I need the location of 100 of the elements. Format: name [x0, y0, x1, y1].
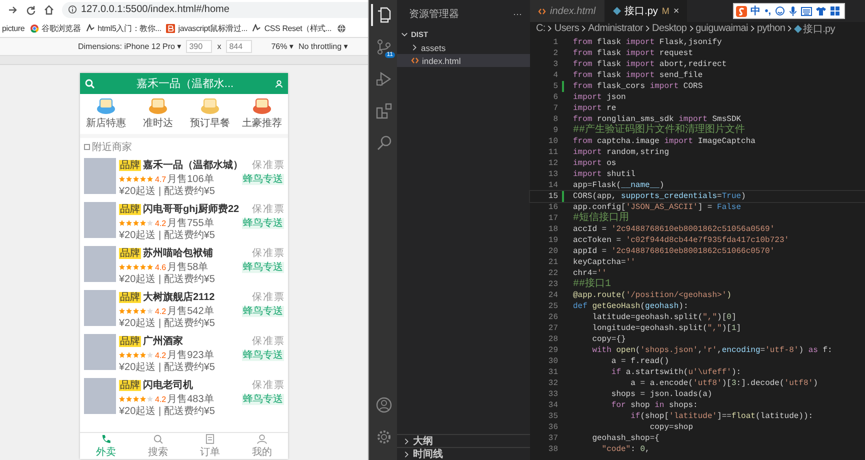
photo-placeholder — [84, 246, 116, 282]
code-line: latitude=geohash.split(",")[0] — [591, 312, 736, 323]
editor-tab[interactable]: 接口.py M × — [604, 0, 688, 22]
bookmark-link[interactable]: picture — [2, 24, 25, 32]
breadcrumb-item[interactable]: Desktop — [652, 23, 687, 34]
delivery-fee: ¥20起送 | 配送费约¥5 — [119, 186, 216, 197]
code-line: CORS(app, supports_credentials=True) — [573, 191, 746, 202]
shop-name[interactable]: 闪电老司机 — [143, 378, 251, 392]
home-icon[interactable] — [44, 4, 54, 14]
guarantee-tag: 准 — [263, 248, 273, 258]
code-line: from flask import abort,redirect — [573, 59, 727, 70]
bookmark-link[interactable]: html5入门：教你... — [86, 22, 162, 34]
breadcrumb-item[interactable]: guiguwaimai — [696, 23, 748, 34]
forward-icon[interactable] — [8, 4, 18, 14]
category-label[interactable]: 准时达 — [143, 116, 173, 130]
code-line: ##产生验证码图片文件和清理图片文件 — [573, 125, 746, 136]
grid-icon[interactable] — [830, 6, 840, 16]
device-dropdown[interactable]: Dimensions: iPhone 12 Pro ▾ — [78, 42, 182, 51]
breadcrumb-item[interactable]: 接口.py — [803, 22, 836, 36]
run-debug-icon — [376, 71, 392, 87]
guarantee-tag: 票 — [274, 248, 284, 258]
site-logo-icon — [166, 24, 176, 32]
shop-name[interactable]: 嘉禾一品（温都水城） — [143, 158, 251, 172]
search-icon[interactable] — [85, 78, 95, 88]
line-number: 13 — [547, 169, 558, 180]
globe-icon[interactable] — [336, 24, 346, 32]
breadcrumb-item[interactable]: python — [756, 23, 786, 34]
microphone-icon[interactable] — [789, 6, 797, 16]
shop-name[interactable]: 广州酒家 — [143, 334, 251, 348]
brand-tag: 品牌 — [119, 336, 141, 346]
collapsible-section[interactable]: 时间线 — [397, 447, 530, 460]
address-bar[interactable]: 127.0.0.1:5500/index.html#/home — [62, 2, 368, 18]
line-number: 25 — [547, 301, 558, 312]
breadcrumb-item[interactable]: Users — [554, 23, 580, 34]
line-number: 37 — [547, 433, 558, 444]
search-icon — [152, 433, 164, 445]
code-line: ##接口1 — [573, 279, 612, 290]
input-method-logo-icon[interactable] — [736, 6, 747, 16]
code-line: import shutil — [573, 169, 636, 180]
reload-icon[interactable] — [26, 4, 36, 14]
file-item[interactable]: index.html — [397, 54, 530, 67]
bookmark-link[interactable]: javascript鼠标滑过... — [166, 22, 248, 34]
food-category-icon[interactable] — [148, 97, 168, 115]
line-number: 18 — [547, 224, 558, 235]
person-icon[interactable] — [275, 80, 283, 88]
throttling-dropdown[interactable]: No throttling ▾ — [298, 42, 348, 51]
code-line: from flask import Flask,jsonify — [573, 37, 722, 48]
breadcrumb-item[interactable]: C: — [536, 23, 546, 34]
code-line: with open('shops.json','r',encoding='utf-8') as f: — [591, 345, 832, 356]
food-category-icon[interactable] — [252, 97, 272, 115]
line-number: 36 — [547, 422, 558, 433]
shop-name[interactable]: 闪电哥哥ghj厨师费22 — [143, 202, 251, 216]
nav-tab[interactable]: 搜索 — [132, 433, 184, 459]
width-field[interactable]: 390 — [186, 40, 212, 53]
code-line: keyCaptcha='' — [573, 257, 636, 268]
shirt-icon[interactable] — [816, 6, 826, 16]
smiley-icon[interactable] — [775, 6, 785, 16]
person-icon — [256, 433, 268, 445]
category-label[interactable]: 新店特惠 — [86, 116, 126, 130]
line-number: 24 — [547, 290, 558, 301]
line-number: 20 — [547, 246, 558, 257]
breadcrumb-item[interactable]: Administrator — [588, 23, 644, 34]
code-line: for shop in shops: — [610, 400, 698, 411]
category-label[interactable]: 预订早餐 — [190, 116, 230, 130]
code-line: a = f.read() — [610, 356, 670, 367]
line-number: 22 — [547, 268, 558, 279]
line-number: 35 — [547, 411, 558, 422]
rating-value: 4.2 — [155, 306, 166, 316]
line-number: 6 — [552, 92, 558, 103]
nav-tab[interactable]: 订单 — [184, 433, 236, 459]
height-field[interactable]: 844 — [226, 40, 252, 53]
bookmark-link[interactable]: CSS Reset（样式... — [252, 22, 332, 34]
photo-placeholder — [84, 378, 116, 414]
guarantee-tag: 票 — [274, 160, 284, 170]
keyboard-icon[interactable] — [801, 6, 812, 16]
punctuation-mode[interactable]: •, — [764, 6, 771, 16]
input-mode[interactable]: 中 — [750, 4, 761, 18]
more-menu[interactable]: ··· — [513, 9, 522, 19]
chevron-icon — [688, 25, 695, 32]
settings-icon — [376, 429, 392, 445]
collapsible-section[interactable]: 大纲 — [397, 434, 530, 447]
folder-item[interactable]: assets — [397, 41, 530, 54]
editor-tab[interactable]: index.html — [530, 0, 605, 22]
code-line: app.config['JSON_AS_ASCII'] = False — [573, 202, 742, 212]
code-line: geohash_shop={ — [591, 433, 660, 444]
food-category-icon[interactable] — [96, 97, 116, 115]
shop-name[interactable]: 苏州喵哈包袱铺 — [143, 246, 251, 260]
line-number: 34 — [547, 400, 558, 411]
zoom-dropdown[interactable]: 76% ▾ — [271, 42, 294, 51]
document-icon — [204, 433, 216, 445]
category-label[interactable]: 土豪推荐 — [242, 116, 282, 130]
nav-tab[interactable]: 我的 — [236, 433, 288, 459]
guarantee-tag: 票 — [274, 336, 284, 346]
shop-name[interactable]: 大树旗舰店2112 — [143, 290, 251, 304]
line-number: 3 — [552, 59, 558, 70]
code-line: import random,string — [573, 147, 670, 158]
guarantee-tag: 准 — [263, 336, 273, 346]
rating-value: 4.7 — [155, 174, 166, 184]
code-file-icon — [411, 57, 419, 64]
bookmark-link[interactable]: 谷歌浏览器 — [30, 22, 81, 34]
